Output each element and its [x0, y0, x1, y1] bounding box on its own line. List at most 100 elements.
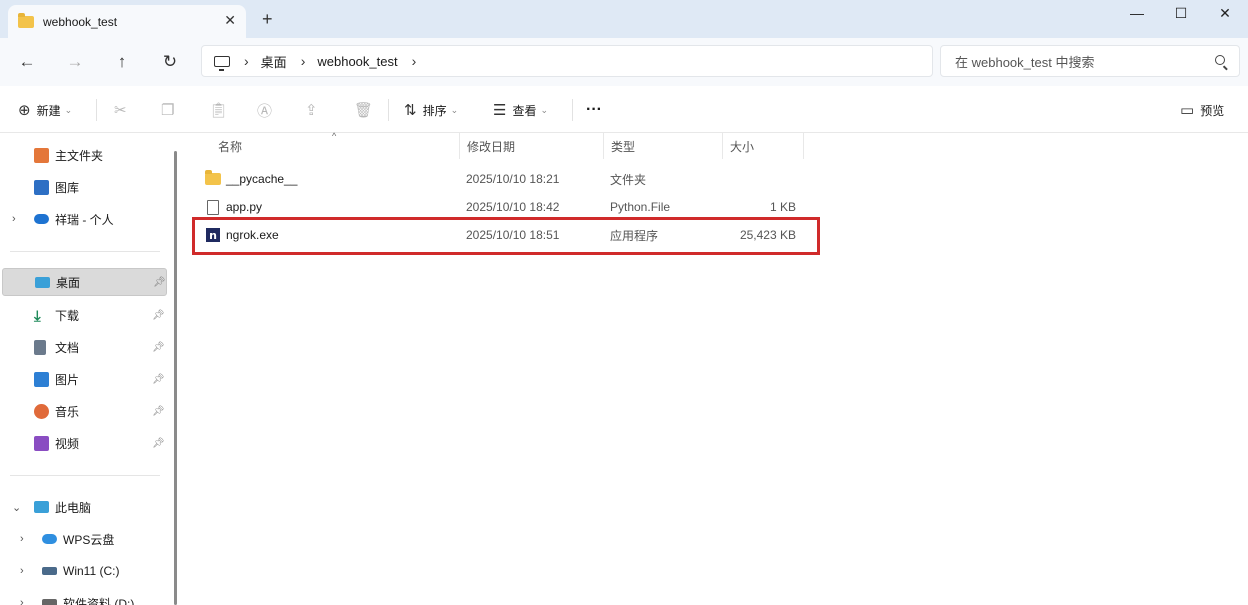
sidebar-item-documents[interactable]: 文档 📌︎ [0, 333, 185, 361]
sidebar-item-home[interactable]: 主文件夹 [0, 141, 185, 169]
copy-icon: ❐ [161, 102, 175, 119]
sort-button[interactable]: ⇅ 排序 ⌄ [404, 100, 458, 120]
rename-button[interactable]: Ⓐ [257, 100, 278, 120]
new-button[interactable]: ⊕ 新建 ⌄ [18, 100, 72, 120]
sort-label: 排序 [422, 103, 447, 118]
document-icon [34, 339, 46, 355]
trash-icon: 🗑︎ [354, 102, 374, 119]
sidebar-item-videos[interactable]: 视频 📌︎ [0, 429, 185, 457]
folder-icon [205, 170, 221, 185]
forward-button[interactable]: → [63, 50, 87, 74]
breadcrumb-desktop[interactable]: 桌面 [261, 52, 287, 71]
search-icon [1215, 55, 1225, 65]
file-name: __pycache__ [226, 172, 298, 186]
onedrive-icon [34, 214, 49, 224]
sidebar-item-wps-cloud[interactable]: › WPS云盘 [0, 525, 185, 553]
divider [10, 251, 160, 252]
sidebar-item-label: 音乐 [55, 404, 80, 419]
file-type: 文件夹 [610, 172, 647, 187]
new-tab-button[interactable]: + [262, 10, 273, 28]
gallery-icon [34, 179, 49, 195]
new-label: 新建 [36, 103, 61, 118]
clipboard-icon: 📋︎ [209, 102, 229, 119]
sidebar-item-gallery[interactable]: 图库 [0, 173, 185, 201]
close-button[interactable]: ✕ [1202, 0, 1248, 26]
sidebar-scrollbar[interactable] [174, 151, 177, 605]
sidebar-item-label: Win11 (C:) [63, 564, 120, 578]
sidebar-item-drive-c[interactable]: › Win11 (C:) [0, 557, 185, 585]
chevron-down-icon: ⌄ [450, 104, 459, 115]
file-icon [207, 199, 219, 215]
chevron-right-icon: › [244, 53, 249, 69]
pin-icon[interactable]: 📌︎ [152, 374, 165, 385]
divider [10, 475, 160, 476]
delete-button[interactable]: 🗑︎ [354, 100, 379, 120]
chevron-right-icon[interactable]: › [20, 565, 24, 577]
breadcrumb-webhook-test[interactable]: webhook_test [317, 54, 397, 69]
chevron-right-icon[interactable]: › [20, 533, 24, 545]
pin-icon[interactable]: 📌︎ [152, 342, 165, 353]
chevron-right-icon[interactable]: › [12, 213, 16, 225]
tab-close-icon[interactable]: ✕ [224, 12, 236, 29]
sidebar-item-desktop[interactable]: 桌面 📌︎ [2, 268, 167, 296]
column-header-label: 类型 [611, 139, 636, 154]
view-list-icon: ☰ [493, 102, 507, 119]
title-bar: webhook_test ✕ + — ☐ ✕ [0, 0, 1248, 38]
pin-icon[interactable]: 📌︎ [153, 277, 166, 288]
sidebar-item-this-pc[interactable]: ⌄ 此电脑 [0, 493, 185, 521]
computer-icon [214, 55, 230, 71]
chevron-down-icon[interactable]: ⌄ [12, 501, 21, 514]
column-header-label: 名称 [218, 139, 243, 154]
pictures-icon [34, 371, 49, 387]
column-header-size[interactable]: 大小 [722, 133, 804, 159]
column-header-label: 大小 [730, 139, 755, 154]
view-button[interactable]: ☰ 查看 ⌄ [493, 100, 548, 120]
drive-icon [42, 567, 57, 575]
sidebar-item-drive-d[interactable]: › 软件资料 (D:) [0, 589, 185, 605]
sidebar-item-label: 图库 [55, 180, 80, 195]
sidebar-item-music[interactable]: 音乐 📌︎ [0, 397, 185, 425]
column-header-date[interactable]: 修改日期 [459, 133, 604, 159]
back-button[interactable]: ← [15, 50, 39, 74]
divider [572, 99, 573, 121]
sidebar-item-onedrive[interactable]: › 祥瑞 - 个人 [0, 205, 185, 233]
sidebar-item-label: 此电脑 [55, 500, 92, 515]
sidebar-item-label: 图片 [55, 372, 80, 387]
cut-button[interactable]: ✂ [114, 100, 133, 120]
chevron-right-icon[interactable]: › [412, 53, 417, 69]
sidebar-item-pictures[interactable]: 图片 📌︎ [0, 365, 185, 393]
up-button[interactable]: ↑ [110, 50, 134, 74]
video-icon [34, 435, 49, 451]
minimize-button[interactable]: — [1114, 0, 1160, 26]
column-header-type[interactable]: 类型 [603, 133, 723, 159]
paste-button[interactable]: 📋︎ [209, 100, 234, 120]
maximize-button[interactable]: ☐ [1158, 0, 1204, 26]
pin-icon[interactable]: 📌︎ [152, 310, 165, 321]
desktop-icon [35, 276, 50, 288]
sidebar-item-label: 桌面 [56, 275, 81, 290]
sidebar-item-label: WPS云盘 [63, 532, 115, 547]
folder-icon [18, 12, 34, 28]
pin-icon[interactable]: 📌︎ [152, 406, 165, 417]
column-header-name[interactable]: 名称 ^ [210, 131, 460, 159]
divider [388, 99, 389, 121]
pin-icon[interactable]: 📌︎ [152, 438, 165, 449]
copy-button[interactable]: ❐ [161, 100, 180, 120]
chevron-right-icon[interactable]: › [20, 597, 24, 605]
address-bar[interactable]: › 桌面 › webhook_test › [201, 45, 933, 77]
sidebar-item-downloads[interactable]: ⤓ 下载 📌︎ [0, 301, 185, 329]
preview-button[interactable]: ▭ 预览 [1180, 100, 1224, 120]
sidebar-item-label: 文档 [55, 340, 80, 355]
refresh-button[interactable]: ↻ [158, 50, 182, 74]
preview-label: 预览 [1200, 103, 1225, 118]
cloud-icon [42, 534, 57, 544]
file-row[interactable]: __pycache__ 2025/10/10 18:21 文件夹 [195, 165, 815, 193]
tab-webhook-test[interactable]: webhook_test ✕ [8, 5, 246, 38]
file-list: 名称 ^ 修改日期 类型 大小 __pycache__ 2025/10/10 1… [185, 131, 1248, 605]
search-input[interactable]: 在 webhook_test 中搜索 [940, 45, 1240, 77]
sort-icon: ⇅ [404, 102, 417, 119]
file-size [731, 165, 796, 193]
share-button[interactable]: ⇪ [305, 100, 324, 120]
navigation-bar: ← → ↑ ↻ › 桌面 › webhook_test › 在 webhook_… [0, 38, 1248, 86]
more-options-button[interactable]: ··· [586, 100, 602, 120]
